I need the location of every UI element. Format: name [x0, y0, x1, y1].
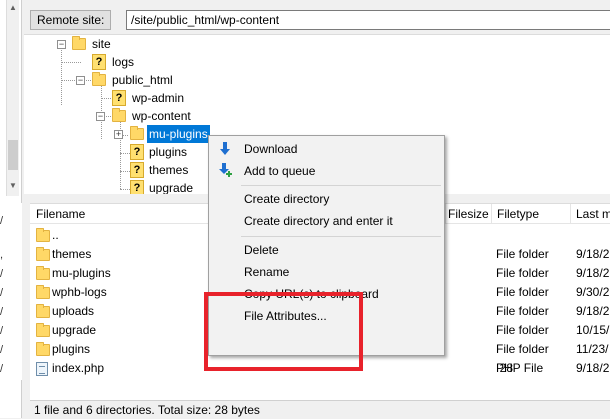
expand-icon[interactable]: +: [114, 130, 123, 139]
folder-icon: [36, 304, 50, 318]
menu-item-rename[interactable]: Rename: [209, 261, 444, 283]
unknown-folder-icon: ?: [92, 54, 106, 70]
folder-icon: [112, 108, 126, 122]
file-name: upgrade: [52, 323, 97, 337]
unknown-folder-icon: ?: [112, 90, 126, 106]
status-bar: 1 file and 6 directories. Total size: 28…: [30, 400, 610, 418]
highlight-box: [204, 292, 363, 371]
menu-item-label: Create directory: [244, 192, 330, 206]
column-filetype[interactable]: Filetype: [497, 207, 539, 221]
tree-node-label: logs: [112, 55, 135, 69]
file-modified: 9/18/2: [576, 247, 610, 261]
folder-icon: [36, 266, 50, 280]
menu-item-label: Download: [244, 142, 298, 156]
file-modified: 11/23/: [576, 342, 609, 356]
add-to-queue-icon: [219, 163, 232, 177]
folder-icon: [72, 36, 86, 50]
php-file-icon: [36, 362, 48, 376]
remote-site-label[interactable]: Remote site:: [30, 10, 112, 30]
menu-separator: [241, 185, 441, 186]
menu-item-download[interactable]: Download: [209, 138, 444, 160]
file-name: index.php: [52, 361, 105, 375]
unknown-folder-icon: ?: [130, 162, 144, 178]
tree-node-label: site: [92, 37, 111, 51]
menu-item-label: Delete: [244, 243, 279, 257]
local-row-fragment: ,: [0, 249, 4, 261]
file-modified: 9/18/2: [576, 304, 610, 318]
folder-icon: [36, 323, 50, 337]
local-tree-scroll-thumb[interactable]: [8, 140, 18, 170]
folder-icon: [92, 72, 106, 86]
file-name: uploads: [52, 304, 95, 318]
file-type: File folder: [496, 323, 549, 337]
file-name: ..: [52, 228, 59, 242]
local-row-fragment: /: [0, 306, 4, 318]
menu-item-label: Create directory and enter it: [244, 214, 393, 228]
column-filesize[interactable]: Filesize: [448, 207, 489, 221]
menu-item-label: Add to queue: [244, 164, 316, 178]
folder-icon: [130, 126, 144, 140]
file-name: plugins: [52, 342, 91, 356]
file-modified: 10/15/: [576, 323, 610, 337]
local-row-fragment: /: [0, 363, 4, 375]
menu-item-create-directory[interactable]: Create directory: [209, 188, 444, 210]
tree-node-label: public_html: [112, 73, 173, 87]
local-row-fragment: /: [0, 287, 4, 299]
local-row-fragment: /: [0, 325, 4, 337]
scroll-down-arrow-icon[interactable]: ▼: [7, 180, 19, 192]
file-type: PHP File: [496, 361, 544, 375]
column-last-modified[interactable]: Last m: [576, 207, 610, 221]
scroll-up-arrow-icon[interactable]: ▲: [7, 2, 19, 14]
remote-path-input[interactable]: /site/public_html/wp-content: [126, 10, 610, 30]
menu-item-create-directory-enter[interactable]: Create directory and enter it: [209, 210, 444, 232]
file-type: File folder: [496, 342, 549, 356]
tree-node-label: wp-admin: [132, 91, 185, 105]
local-filelist-edge: / , / / / / / /: [0, 203, 22, 380]
file-modified: 9/30/2: [576, 285, 610, 299]
file-type: File folder: [496, 285, 549, 299]
tree-node-label: mu-plugins: [147, 125, 210, 143]
download-icon: [220, 142, 230, 155]
file-type: File folder: [496, 304, 549, 318]
folder-icon: [36, 247, 50, 261]
menu-separator: [241, 236, 441, 237]
column-filename[interactable]: Filename: [36, 207, 85, 221]
folder-icon: [36, 342, 50, 356]
menu-item-delete[interactable]: Delete: [209, 239, 444, 261]
collapse-icon[interactable]: −: [76, 76, 85, 85]
file-name: mu-plugins: [52, 266, 111, 280]
file-name: themes: [52, 247, 92, 261]
tree-node-label: themes: [149, 163, 189, 177]
file-name: wphb-logs: [52, 285, 107, 299]
collapse-icon[interactable]: −: [96, 112, 105, 121]
file-type: File folder: [496, 266, 549, 280]
folder-icon: [36, 285, 50, 299]
local-row-fragment: /: [0, 268, 4, 280]
local-row-fragment: /: [0, 344, 4, 356]
remote-site-bar: Remote site: /site/public_html/wp-conten…: [24, 8, 610, 32]
unknown-folder-icon: ?: [130, 144, 144, 160]
folder-icon: [36, 228, 50, 242]
file-modified: 9/18/2: [576, 266, 610, 280]
menu-item-add-to-queue[interactable]: Add to queue: [209, 160, 444, 182]
file-modified: 9/18/2: [576, 361, 610, 375]
file-type: File folder: [496, 247, 549, 261]
local-row-fragment: /: [0, 215, 4, 227]
tree-node-label: wp-content: [132, 109, 191, 123]
tree-node-label: plugins: [149, 145, 188, 159]
collapse-icon[interactable]: −: [57, 40, 66, 49]
menu-item-label: Rename: [244, 265, 290, 279]
